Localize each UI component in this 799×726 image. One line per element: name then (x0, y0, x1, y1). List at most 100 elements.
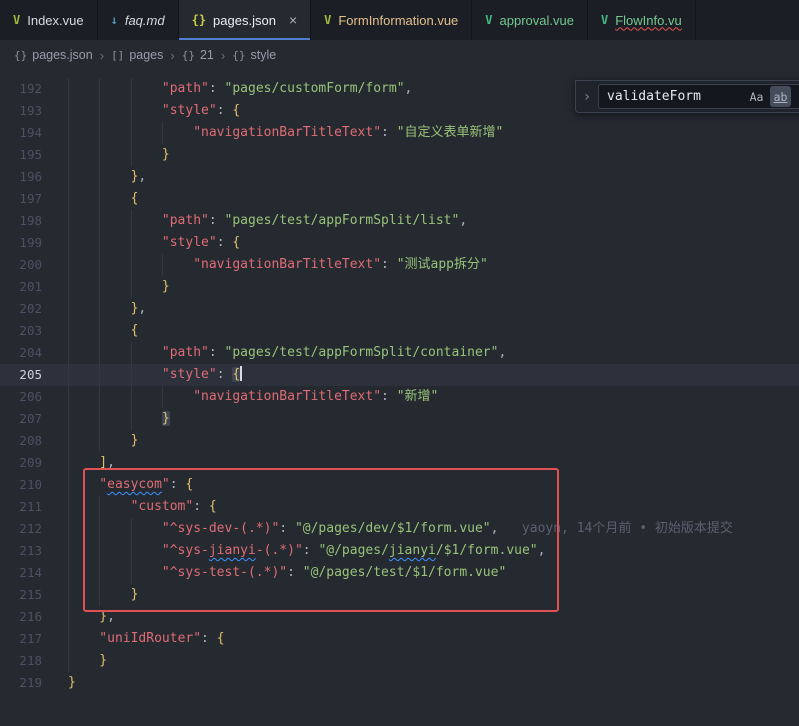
breadcrumb-item-pages[interactable]: []pages (111, 48, 163, 62)
tab-forminformation-vue[interactable]: VFormInformation.vue (311, 0, 472, 40)
code-line-207[interactable]: 207} (0, 408, 799, 430)
indent-guide (131, 210, 162, 232)
indent-guide (68, 254, 99, 276)
tab-label: approval.vue (500, 13, 574, 28)
indent-guide (68, 628, 99, 650)
code-token: " (99, 477, 107, 492)
tab-flowinfo-vu[interactable]: VFlowInfo.vu (588, 0, 696, 40)
line-content: "style": { (42, 364, 242, 386)
code-line-203[interactable]: 203{ (0, 320, 799, 342)
indent-guide (68, 452, 99, 474)
code-line-214[interactable]: 214"^sys-test-(.*)": "@/pages/test/$1/fo… (0, 562, 799, 584)
code-line-196[interactable]: 196}, (0, 166, 799, 188)
line-number: 194 (0, 122, 42, 144)
indent-guide (99, 518, 130, 540)
code-line-204[interactable]: 204"path": "pages/test/appFormSplit/cont… (0, 342, 799, 364)
code-token: "path" (162, 345, 209, 360)
code-token: { (131, 191, 139, 206)
code-token: : (201, 631, 217, 646)
code-line-197[interactable]: 197{ (0, 188, 799, 210)
code-line-211[interactable]: 211"custom": { (0, 496, 799, 518)
code-token: : (279, 521, 295, 536)
line-number: 192 (0, 78, 42, 100)
code-line-216[interactable]: 216}, (0, 606, 799, 628)
code-line-201[interactable]: 201} (0, 276, 799, 298)
tab-index-vue[interactable]: VIndex.vue (0, 0, 98, 40)
code-token: "path" (162, 81, 209, 96)
code-token: "path" (162, 213, 209, 228)
line-content: { (42, 320, 138, 342)
code-token: "^sys-dev-(.*)" (162, 521, 279, 536)
code-line-198[interactable]: 198"path": "pages/test/appFormSplit/list… (0, 210, 799, 232)
code-line-212[interactable]: 212"^sys-dev-(.*)": "@/pages/dev/$1/form… (0, 518, 799, 540)
match-case-button[interactable]: Aa (746, 86, 767, 107)
code-line-209[interactable]: 209], (0, 452, 799, 474)
breadcrumb-item-21[interactable]: {}21 (182, 48, 214, 62)
code-line-210[interactable]: 210"easycom": { (0, 474, 799, 496)
indent-guide (99, 562, 130, 584)
indent-guide (68, 232, 99, 254)
line-content: } (42, 430, 138, 452)
code-line-202[interactable]: 202}, (0, 298, 799, 320)
indent-guide (99, 78, 130, 100)
line-number: 207 (0, 408, 42, 430)
find-input[interactable]: validateForm Aa ab .* (598, 84, 799, 109)
breadcrumb-item-pages-json[interactable]: {}pages.json (14, 48, 93, 62)
indent-guide (68, 606, 99, 628)
tab-approval-vue[interactable]: Vapproval.vue (472, 0, 588, 40)
tab-label: faq.md (125, 13, 165, 28)
vue-icon: V (601, 13, 608, 27)
code-line-199[interactable]: 199"style": { (0, 232, 799, 254)
indent-guide (68, 518, 99, 540)
code-line-208[interactable]: 208} (0, 430, 799, 452)
code-line-206[interactable]: 206"navigationBarTitleText": "新增" (0, 386, 799, 408)
tab-label: Index.vue (27, 13, 83, 28)
tab-faq-md[interactable]: ↓faq.md (98, 0, 179, 40)
close-icon[interactable]: × (289, 13, 297, 27)
line-number: 218 (0, 650, 42, 672)
line-content: "easycom": { (42, 474, 193, 496)
find-query[interactable]: validateForm (607, 89, 743, 104)
breadcrumb-label: 21 (200, 48, 214, 62)
vue-icon: V (324, 13, 331, 27)
tab-pages-json[interactable]: {}pages.json× (179, 0, 312, 40)
whole-word-button[interactable]: ab (770, 86, 791, 107)
indent-guide (99, 210, 130, 232)
line-content: "uniIdRouter": { (42, 628, 225, 650)
code-token: /$1/form.vue" (436, 543, 538, 558)
line-number: 217 (0, 628, 42, 650)
tab-bar: VIndex.vue↓faq.md{}pages.json×VFormInfor… (0, 0, 799, 40)
code-line-205[interactable]: 205"style": { (0, 364, 799, 386)
find-collapse-chevron[interactable]: › (580, 89, 594, 105)
line-number: 200 (0, 254, 42, 276)
indent-guide (99, 408, 130, 430)
code-line-218[interactable]: 218} (0, 650, 799, 672)
code-token: : (209, 345, 225, 360)
code-token: { (185, 477, 193, 492)
line-content: { (42, 188, 138, 210)
indent-guide (99, 276, 130, 298)
code-line-194[interactable]: 194"navigationBarTitleText": "自定义表单新增" (0, 122, 799, 144)
breadcrumb-item-style[interactable]: {}style (232, 48, 276, 62)
code-line-200[interactable]: 200"navigationBarTitleText": "测试app拆分" (0, 254, 799, 276)
code-line-215[interactable]: 215} (0, 584, 799, 606)
indent-guide (68, 144, 99, 166)
indent-guide (68, 562, 99, 584)
line-content: "path": "pages/customForm/form", (42, 78, 412, 100)
code-token: } (99, 653, 107, 668)
brackets-icon: [] (111, 49, 124, 62)
indent-guide (131, 78, 162, 100)
code-line-213[interactable]: 213"^sys-jianyi-(.*)": "@/pages/jianyi/$… (0, 540, 799, 562)
code-line-195[interactable]: 195} (0, 144, 799, 166)
code-line-217[interactable]: 217"uniIdRouter": { (0, 628, 799, 650)
code-line-219[interactable]: 219} (0, 672, 799, 694)
code-token: " (162, 477, 170, 492)
line-content: "path": "pages/test/appFormSplit/list", (42, 210, 467, 232)
code-token: "navigationBarTitleText" (193, 125, 381, 140)
code-token: , (459, 213, 467, 228)
regex-button[interactable]: .* (794, 86, 799, 107)
indent-guide (99, 342, 130, 364)
indent-guide (99, 430, 130, 452)
code-token: : (303, 543, 319, 558)
code-token: } (131, 433, 139, 448)
